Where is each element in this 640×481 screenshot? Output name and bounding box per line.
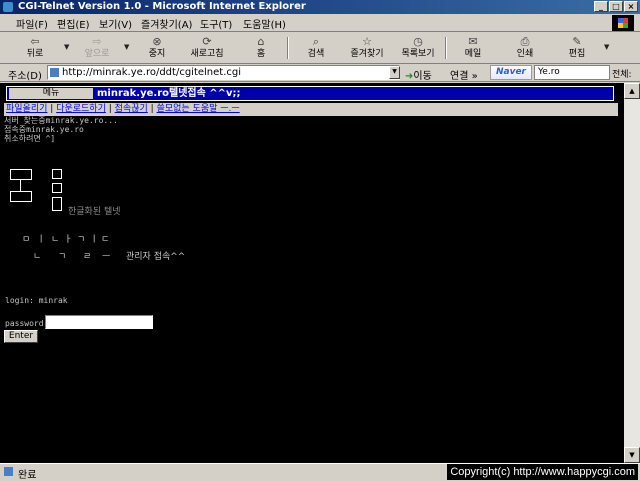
- edit-button[interactable]: ✎ 편집: [552, 34, 602, 62]
- jamo-char: ㅁ: [22, 235, 31, 245]
- refresh-button[interactable]: ⟳ 새로고침: [182, 34, 232, 62]
- forward-arrow-icon: ⇨: [92, 35, 102, 48]
- go-button[interactable]: ➜이동: [405, 67, 432, 82]
- search-scope-label: 전체:: [612, 70, 632, 80]
- minimize-button[interactable]: _: [594, 1, 608, 12]
- menu-view[interactable]: 보기(V): [99, 16, 132, 31]
- toolbar-separator: [287, 37, 289, 59]
- search-icon: ⌕: [312, 35, 320, 48]
- vertical-scrollbar[interactable]: ▲ ▼: [624, 83, 640, 463]
- naver-logo[interactable]: Naver: [490, 65, 532, 80]
- admin-caption: 관리자 접속^^: [126, 252, 186, 262]
- address-input[interactable]: http://minrak.ye.ro/ddt/cgitelnet.cgi: [47, 65, 400, 80]
- stop-icon: ⊗: [152, 35, 162, 48]
- menu-help[interactable]: 도움말(H): [243, 16, 286, 31]
- link-row: 파일올리기 | 다운로드하기 | 접속끊기 | 쓸모없는 도움말 ㅡ.ㅡ: [4, 103, 618, 116]
- naver-search-input[interactable]: Ye.ro: [534, 65, 610, 80]
- windows-flag-icon: [612, 15, 634, 31]
- jamo-char: ㅣ: [37, 235, 46, 245]
- close-button[interactable]: ×: [624, 1, 638, 12]
- disconnect-link[interactable]: 접속끊기: [115, 104, 148, 114]
- page-viewport: 메뉴 minrak.ye.ro텔넷접속 ^^v;; 파일올리기 | 다운로드하기…: [0, 83, 624, 463]
- jamo-char: ㄹ: [83, 252, 92, 262]
- mail-icon: ✉: [468, 35, 478, 48]
- back-dropdown-icon[interactable]: ▼: [64, 43, 69, 51]
- page-done-icon: [4, 467, 13, 476]
- print-icon: ⎙: [520, 35, 530, 48]
- maximize-button[interactable]: □: [609, 1, 623, 12]
- jamo-char: ㄱ: [58, 252, 67, 262]
- telnet-header: 메뉴 minrak.ye.ro텔넷접속 ^^v;;: [6, 86, 614, 101]
- jamo-char: ㅡ: [102, 252, 111, 262]
- enter-button[interactable]: Enter: [4, 330, 38, 343]
- password-label: password:: [5, 319, 49, 328]
- jamo-char: ㄴ: [51, 235, 60, 245]
- history-button[interactable]: ◷ 목록보기: [393, 34, 443, 62]
- menu-file[interactable]: 파일(F): [16, 16, 48, 31]
- address-dropdown-button[interactable]: ▼: [389, 66, 400, 79]
- logo-caption: 한글화된 텔넷: [68, 207, 121, 217]
- search-button[interactable]: ⌕ 검색: [291, 34, 341, 62]
- term-line: 접속중minrak.ye.ro: [4, 125, 84, 134]
- han-logo-icon: [10, 169, 66, 211]
- ie-icon: [3, 2, 13, 12]
- title-bar: CGI-Telnet Version 1.0 - Microsoft Inter…: [0, 0, 640, 14]
- forward-dropdown-icon[interactable]: ▼: [124, 43, 129, 51]
- home-icon: ⌂: [257, 35, 265, 48]
- favorites-icon: ☆: [362, 35, 372, 48]
- mail-button[interactable]: ✉ 메일: [448, 34, 498, 62]
- jamo-char: ㄷ: [101, 235, 110, 245]
- history-icon: ◷: [413, 35, 423, 48]
- toolbar: ⇦ 뒤로 ▼ ⇨ 앞으로 ▼ ⊗ 중지 ⟳ 새로고침 ⌂ 홈 ⌕ 검색 ☆ 즐겨…: [0, 33, 640, 64]
- scroll-down-icon[interactable]: ▼: [624, 447, 640, 463]
- copyright-label: Copyright(c) http://www.happycgi.com: [447, 464, 638, 480]
- edit-dropdown-icon[interactable]: ▼: [604, 43, 609, 51]
- back-button[interactable]: ⇦ 뒤로: [10, 34, 60, 62]
- term-line: 서버 찾는중minrak.ye.ro...: [4, 116, 118, 125]
- header-title: minrak.ye.ro텔넷접속 ^^v;;: [97, 88, 241, 99]
- address-label: 주소(D): [8, 71, 42, 82]
- print-button[interactable]: ⎙ 인쇄: [500, 34, 550, 62]
- menu-favorites[interactable]: 즐겨찾기(A): [141, 16, 192, 31]
- back-arrow-icon: ⇦: [30, 35, 40, 48]
- home-button[interactable]: ⌂ 홈: [236, 34, 286, 62]
- refresh-icon: ⟳: [202, 35, 212, 48]
- window-title: CGI-Telnet Version 1.0 - Microsoft Inter…: [18, 1, 306, 12]
- menu-tools[interactable]: 도구(T): [200, 16, 232, 31]
- favorites-button[interactable]: ☆ 즐겨찾기: [342, 34, 392, 62]
- password-input[interactable]: [45, 315, 153, 329]
- term-line: 취소하려면 ^]: [4, 134, 56, 143]
- menu-edit[interactable]: 편집(E): [57, 16, 90, 31]
- jamo-char: ㅣ: [90, 235, 99, 245]
- status-bar: 완료 Copyright(c) http://www.happycgi.com: [0, 463, 640, 481]
- upload-link[interactable]: 파일올리기: [6, 104, 47, 114]
- menu-label[interactable]: 메뉴: [9, 88, 93, 99]
- jamo-char: ㄱ: [77, 235, 86, 245]
- status-text: 완료: [18, 470, 37, 481]
- edit-icon: ✎: [572, 35, 582, 48]
- login-line: login: minrak: [5, 296, 68, 305]
- jamo-char: ㅏ: [64, 235, 73, 245]
- forward-button[interactable]: ⇨ 앞으로: [72, 34, 122, 62]
- address-bar: 주소(D) http://minrak.ye.ro/ddt/cgitelnet.…: [0, 64, 640, 82]
- jamo-char: ㄴ: [33, 252, 42, 262]
- menu-bar: 파일(F) 편집(E) 보기(V) 즐겨찾기(A) 도구(T) 도움말(H): [0, 14, 640, 32]
- links-button[interactable]: 연결 »: [450, 67, 478, 82]
- address-url: http://minrak.ye.ro/ddt/cgitelnet.cgi: [62, 67, 242, 78]
- toolbar-separator: [445, 37, 447, 59]
- download-link[interactable]: 다운로드하기: [56, 104, 106, 114]
- page-icon: [50, 68, 59, 77]
- help-link[interactable]: 쓸모없는 도움말 ㅡ.ㅡ: [157, 104, 240, 114]
- scroll-up-icon[interactable]: ▲: [624, 83, 640, 99]
- stop-button[interactable]: ⊗ 중지: [132, 34, 182, 62]
